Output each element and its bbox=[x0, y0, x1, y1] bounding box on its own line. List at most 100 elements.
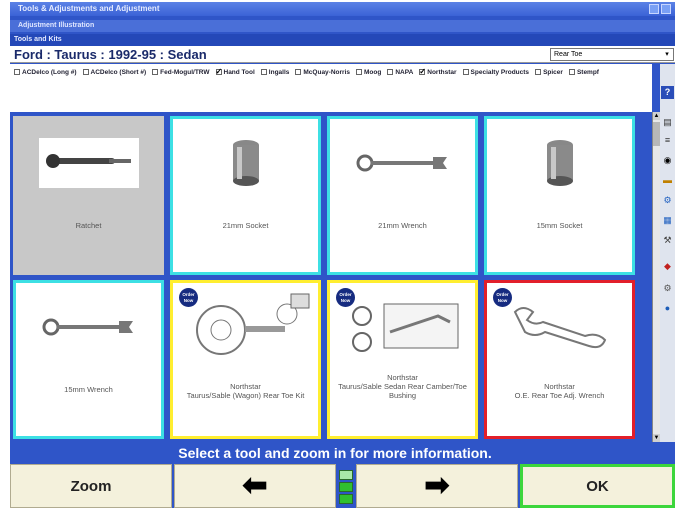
tool-label: Northstar O.E. Rear Toe Adj. Wrench bbox=[514, 382, 605, 400]
right-toolbar: ? ▤ ≡ ◉ ▬ ⚙ ▦ ⚒ ◆ ⚙ ● bbox=[660, 64, 675, 442]
globe-icon[interactable]: ● bbox=[661, 302, 674, 315]
filter-checkbox[interactable]: Specialty Products bbox=[462, 67, 530, 78]
vehicle-title: Ford : Taurus : 1992-95 : Sedan bbox=[14, 47, 207, 62]
tool-tile[interactable]: 21mm Wrench bbox=[327, 116, 478, 275]
ok-button[interactable]: OK bbox=[520, 464, 675, 508]
car-icon[interactable]: ◆ bbox=[661, 260, 674, 273]
tool-grid: Ratchet 21mm Socket 21mm Wrench 15mm Socket… bbox=[10, 112, 652, 442]
checkbox-checked-icon[interactable] bbox=[419, 66, 426, 77]
checkbox-icon[interactable] bbox=[462, 69, 469, 76]
tool-label: Northstar Taurus/Sable (Wagon) Rear Toe K… bbox=[186, 382, 305, 400]
ratchet-icon bbox=[16, 133, 161, 193]
wrench-icon bbox=[330, 133, 475, 193]
tool-label: Ratchet bbox=[75, 221, 102, 230]
indicator-segment bbox=[339, 482, 353, 492]
checkbox-icon[interactable] bbox=[568, 69, 575, 76]
vehicle-bar: Ford : Taurus : 1992-95 : Sedan Rear Toe… bbox=[10, 46, 675, 63]
filter-label: Stempf bbox=[576, 69, 599, 76]
filter-label: McQuay-Norris bbox=[303, 69, 350, 76]
list-icon[interactable]: ≡ bbox=[661, 134, 674, 147]
filter-checkbox[interactable]: ACDelco (Long #) bbox=[14, 67, 77, 78]
order-now-badge[interactable]: Order Now bbox=[336, 288, 355, 307]
wrench-icon bbox=[16, 297, 161, 357]
settings-icon[interactable]: ⚙ bbox=[661, 194, 674, 207]
window-title: Tools & Adjustments and Adjustment bbox=[18, 4, 160, 13]
adj-wrench-icon bbox=[487, 297, 632, 357]
app-window: Tools & Adjustments and Adjustment Adjus… bbox=[10, 2, 675, 508]
dropdown-value: Rear Toe bbox=[554, 51, 583, 58]
checkbox-icon[interactable] bbox=[14, 69, 20, 76]
checkbox-icon[interactable] bbox=[295, 69, 302, 76]
filter-label: NAPA bbox=[395, 69, 414, 76]
filter-checkbox[interactable]: Ingalls bbox=[260, 67, 289, 78]
tool-grid-scrollbar[interactable]: ▲ ▼ bbox=[652, 112, 660, 442]
close-icon[interactable] bbox=[661, 4, 671, 14]
filter-label: Spicer bbox=[543, 69, 563, 76]
title-bar: Tools & Adjustments and Adjustment bbox=[10, 2, 675, 16]
section-bar: Tools and Kits bbox=[10, 34, 675, 46]
filter-label: Moog bbox=[364, 69, 382, 76]
filter-checkbox[interactable]: Moog bbox=[356, 67, 381, 78]
gear-icon[interactable]: ⚙ bbox=[661, 282, 674, 295]
order-now-badge[interactable]: Order Now bbox=[493, 288, 512, 307]
tool-tile[interactable]: Order Now Northstar Taurus/Sable Sedan Rea… bbox=[327, 280, 478, 439]
adjustment-dropdown[interactable]: Rear Toe ▾ bbox=[550, 48, 674, 61]
checkbox-icon[interactable] bbox=[387, 69, 394, 76]
indicator-segment bbox=[339, 494, 353, 504]
scroll-down-icon[interactable]: ▼ bbox=[653, 434, 660, 442]
filter-checkbox[interactable]: McQuay-Norris bbox=[295, 67, 350, 78]
previous-button[interactable]: ⬅ bbox=[174, 464, 336, 508]
tool-label: 15mm Socket bbox=[536, 221, 583, 230]
socket-icon bbox=[487, 133, 632, 193]
filter-checkbox[interactable]: Spicer bbox=[535, 67, 563, 78]
status-message: Select a tool and zoom in for more infor… bbox=[10, 442, 660, 464]
chevron-down-icon[interactable]: ▾ bbox=[662, 49, 672, 60]
arrow-left-icon: ⬅ bbox=[242, 469, 268, 502]
measure-icon[interactable]: ▬ bbox=[661, 174, 674, 187]
tool-tile[interactable]: Ratchet bbox=[13, 116, 164, 275]
print-icon[interactable]: ▦ bbox=[661, 214, 674, 227]
window-controls bbox=[649, 4, 671, 14]
help-icon[interactable]: ? bbox=[661, 86, 674, 99]
book-icon[interactable]: ▤ bbox=[661, 116, 674, 129]
filter-label: Hand Tool bbox=[223, 69, 255, 76]
filter-checkbox[interactable]: Fed-Mogul/TRW bbox=[152, 67, 210, 78]
filter-label: Northstar bbox=[427, 69, 457, 76]
next-button[interactable]: ➡ bbox=[356, 464, 518, 508]
filter-checkbox[interactable]: Hand Tool bbox=[215, 66, 255, 78]
tool-tile[interactable]: Order Now Northstar O.E. Rear Toe Adj. Wre… bbox=[484, 280, 635, 439]
order-now-badge[interactable]: Order Now bbox=[179, 288, 198, 307]
filter-checkbox[interactable]: ACDelco (Short #) bbox=[82, 67, 147, 78]
minimize-icon[interactable] bbox=[649, 4, 659, 14]
filter-label: ACDelco (Long #) bbox=[22, 69, 77, 76]
tool-tile[interactable]: 15mm Socket bbox=[484, 116, 635, 275]
checkbox-icon[interactable] bbox=[535, 69, 542, 76]
tool-tile[interactable]: 15mm Wrench bbox=[13, 280, 164, 439]
scroll-up-icon[interactable]: ▲ bbox=[653, 112, 660, 120]
zoom-button[interactable]: Zoom bbox=[10, 464, 172, 508]
filter-label: Fed-Mogul/TRW bbox=[160, 69, 210, 76]
tools-icon[interactable]: ⚒ bbox=[661, 234, 674, 247]
checkbox-icon[interactable] bbox=[82, 69, 89, 76]
target-icon[interactable]: ◉ bbox=[661, 154, 674, 167]
filter-checkbox[interactable]: NAPA bbox=[387, 67, 413, 78]
socket-icon bbox=[173, 133, 318, 193]
filter-label: ACDelco (Short #) bbox=[90, 69, 147, 76]
scroll-thumb[interactable] bbox=[653, 122, 660, 146]
tool-label: Northstar Taurus/Sable Sedan Rear Camber/… bbox=[338, 373, 467, 400]
tool-label: 21mm Wrench bbox=[378, 221, 427, 230]
checkbox-checked-icon[interactable] bbox=[215, 66, 222, 77]
tool-label: 21mm Socket bbox=[222, 221, 269, 230]
checkbox-icon[interactable] bbox=[260, 69, 267, 76]
toe-kit-icon bbox=[173, 293, 318, 357]
tool-tile[interactable]: Order Now Northstar Taurus/Sable (Wagon) R… bbox=[170, 280, 321, 439]
bushing-icon bbox=[330, 297, 475, 357]
filter-checkbox[interactable]: Northstar bbox=[419, 66, 457, 78]
indicator-segment bbox=[339, 470, 353, 480]
filter-label: Specialty Products bbox=[470, 69, 530, 76]
tool-tile[interactable]: 21mm Socket bbox=[170, 116, 321, 275]
manufacturer-filters: ACDelco (Long #) ACDelco (Short #) Fed-Mog… bbox=[10, 64, 652, 112]
checkbox-icon[interactable] bbox=[152, 69, 159, 76]
checkbox-icon[interactable] bbox=[356, 69, 362, 76]
filter-checkbox[interactable]: Stempf bbox=[568, 67, 599, 78]
